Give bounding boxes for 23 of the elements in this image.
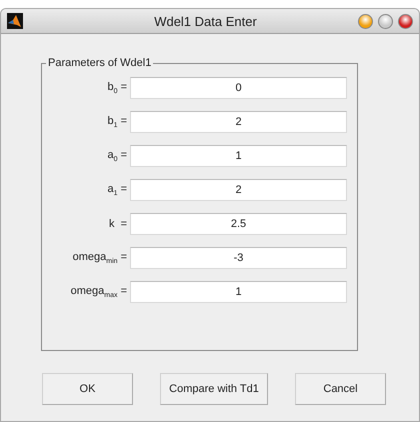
ok-button[interactable]: OK	[42, 373, 133, 405]
cancel-button[interactable]: Cancel	[295, 373, 386, 405]
input-field[interactable]: 2.5	[130, 213, 347, 235]
field-label: omega$_{min}$ =	[72, 250, 128, 266]
field-label: a$_{1}$ =	[106, 182, 128, 198]
field-label: a$_{0}$ =	[106, 148, 128, 164]
panel-title: Parameters of Wdel1	[47, 57, 152, 69]
app-logo-icon	[7, 13, 23, 29]
zoom-button[interactable]	[378, 14, 393, 28]
window-title: Wdel1 Data Enter	[153, 14, 258, 28]
close-button[interactable]	[398, 14, 413, 28]
compare-button[interactable]: Compare with Td1	[160, 373, 268, 405]
field-label: b$_{1}$ =	[106, 114, 128, 130]
input-field[interactable]: 2	[130, 111, 347, 133]
field-label: omega$_{max}$ =	[70, 284, 128, 300]
input-field[interactable]: 1	[130, 281, 347, 303]
input-field[interactable]: 0	[130, 77, 347, 99]
input-field[interactable]: 2	[130, 179, 347, 201]
field-label: b$_{0}$ =	[106, 80, 128, 96]
input-field[interactable]: 1	[130, 145, 347, 167]
input-field[interactable]: -3	[130, 247, 347, 269]
minimize-button[interactable]	[358, 14, 373, 28]
field-label: k =	[108, 218, 128, 230]
